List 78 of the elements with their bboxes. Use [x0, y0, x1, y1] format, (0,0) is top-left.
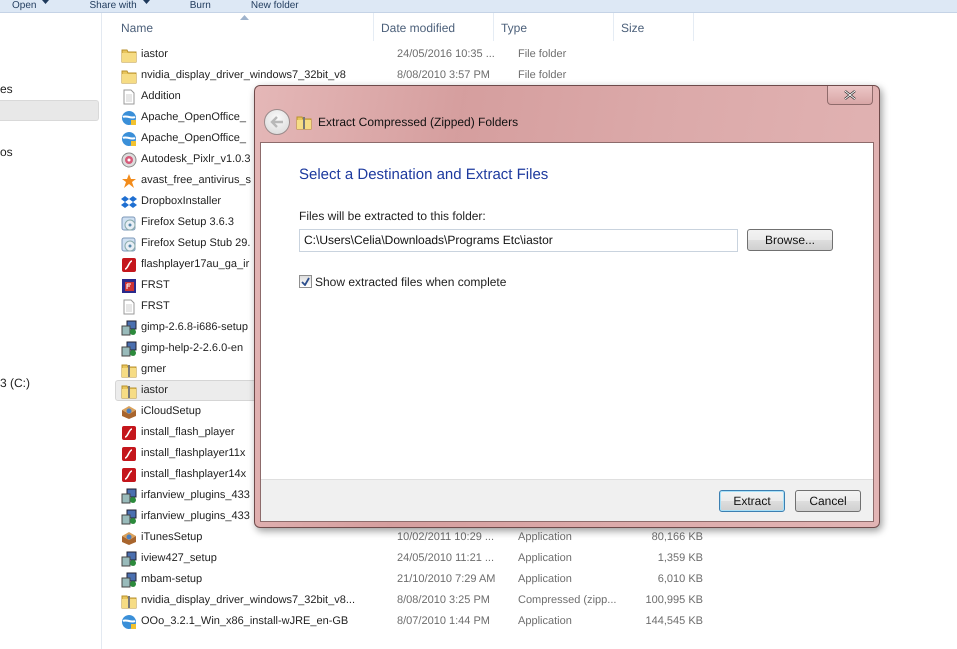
folder-icon: [121, 46, 137, 62]
checkbox-label: Show extracted files when complete: [315, 274, 506, 290]
dialog-heading: Select a Destination and Extract Files: [299, 165, 550, 185]
date-cell-text: 24/05/2010 11:21 ...: [396, 551, 496, 566]
square-icon: [121, 256, 137, 272]
type-cell-text: Application: [517, 614, 573, 630]
size-cell-text: 100,995 KB: [644, 593, 703, 608]
back-arrow-icon: [270, 116, 284, 128]
square-icon: [121, 278, 137, 294]
dialog-button[interactable]: Cancel: [795, 490, 861, 512]
date-cell-text: 21/10/2010 7:29 AM: [396, 572, 496, 588]
installer-icon: [121, 320, 137, 336]
installer-icon: [121, 340, 137, 356]
document-icon: [121, 88, 137, 104]
type-cell-text: Application: [517, 530, 573, 546]
globe-icon: [121, 614, 137, 630]
square-icon: [121, 466, 137, 482]
installer-icon: [121, 488, 137, 504]
file-name[interactable]: iastor: [141, 46, 391, 63]
column-header[interactable]: Type: [494, 13, 614, 41]
size-cell-text: 6,010 KB: [656, 572, 703, 588]
size-cell-text: 144,545 KB: [644, 614, 703, 630]
back-button[interactable]: [264, 109, 290, 135]
column-header[interactable]: Size: [614, 13, 694, 41]
browse-button[interactable]: Browse...: [747, 229, 833, 251]
type-cell-text: File folder: [517, 47, 568, 62]
date-cell-text: 8/07/2010 1:44 PM: [396, 614, 491, 630]
file-name[interactable]: mbam-setup: [141, 571, 391, 588]
star-icon: [121, 172, 137, 188]
toolbar-button[interactable]: Burn: [178, 0, 211, 12]
file-name[interactable]: OOo_3.2.1_Win_x86_install-wJRE_en-GB: [141, 613, 391, 630]
zip-folder-icon: [296, 114, 312, 130]
type-cell-text: Compressed (zipp...: [517, 593, 618, 608]
dialog-title: Extract Compressed (Zipped) Folders: [318, 114, 518, 131]
dialog-button[interactable]: Extract: [719, 490, 785, 512]
nav-item[interactable]: es: [0, 79, 99, 100]
nav-item[interactable]: 3 (C:): [0, 373, 99, 394]
disc-icon: [121, 152, 137, 168]
zip-folder-icon: [121, 592, 137, 608]
file-name[interactable]: iview427_setup: [141, 550, 391, 567]
type-cell-text: File folder: [517, 68, 568, 84]
close-button[interactable]: [827, 86, 873, 105]
installer-icon: [121, 572, 137, 588]
caret-icon: [42, 0, 50, 4]
toolbar-button[interactable]: Open: [0, 0, 50, 12]
nav-item[interactable]: os: [0, 142, 99, 163]
square-icon: [121, 446, 137, 462]
globe-icon: [121, 130, 137, 146]
installer-icon: [121, 550, 137, 566]
size-cell-text: 1,359 KB: [656, 551, 703, 566]
folder-icon: [121, 68, 137, 84]
field-label: Files will be extracted to this folder:: [299, 208, 487, 224]
zip-folder-icon: [121, 362, 137, 378]
close-icon: [844, 90, 856, 100]
type-cell-text: Application: [517, 572, 573, 588]
check-icon: [301, 277, 310, 286]
date-cell-text: 8/08/2010 3:57 PM: [396, 68, 491, 84]
toolbar-button[interactable]: New folder: [238, 0, 299, 12]
date-cell-text: 8/08/2010 3:25 PM: [396, 593, 491, 608]
type-cell-text: Application: [517, 551, 573, 566]
date-cell-text: 10/02/2011 10:29 ...: [396, 530, 496, 546]
column-header[interactable]: Date modified: [374, 13, 494, 41]
sort-arrow-icon: [240, 15, 248, 20]
size-cell-text: 80,166 KB: [650, 530, 703, 546]
caret-icon: [142, 0, 150, 4]
date-cell-text: 24/05/2016 10:35 ...: [396, 47, 496, 62]
globe-icon: [121, 110, 137, 126]
file-name[interactable]: nvidia_display_driver_windows7_32bit_v8...: [141, 592, 391, 609]
path-field[interactable]: C:\Users\Celia\Downloads\Programs Etc\iastor: [299, 228, 738, 252]
installer-icon: [121, 508, 137, 524]
file-name[interactable]: iTunesSetup: [141, 529, 391, 546]
column-header[interactable]: Name: [102, 13, 374, 41]
zip-folder-icon: [121, 382, 137, 398]
document-icon: [121, 298, 137, 314]
toolbar-button[interactable]: Share with: [77, 0, 150, 12]
file-name[interactable]: nvidia_display_driver_windows7_32bit_v8: [141, 67, 391, 84]
checkbox[interactable]: [299, 275, 312, 288]
square-icon: [121, 424, 137, 440]
